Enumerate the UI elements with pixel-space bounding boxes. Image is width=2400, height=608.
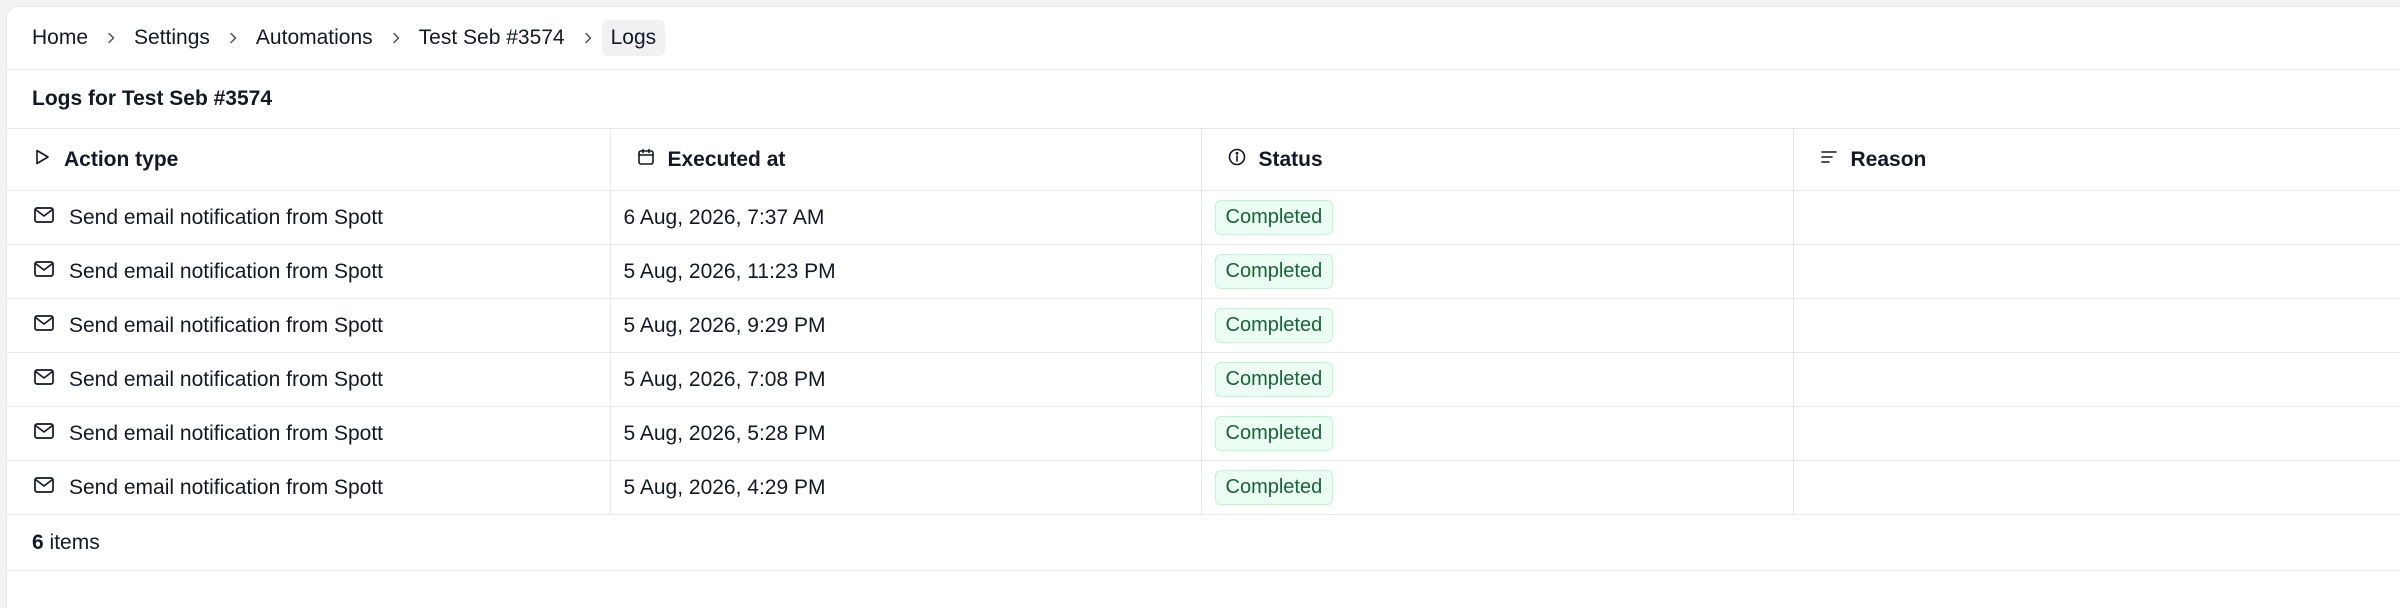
table-row[interactable]: Send email notification from Spott 5 Aug… [7,244,2400,299]
table-row[interactable]: Send email notification from Spott 5 Aug… [7,352,2400,407]
executed-at-cell: 5 Aug, 2026, 4:29 PM [623,475,826,499]
page-title: Logs for Test Seb #3574 [7,70,2400,129]
column-label: Status [1258,147,1323,171]
table-row[interactable]: Send email notification from Spott 5 Aug… [7,406,2400,461]
items-count-number: 6 [32,530,44,554]
breadcrumb-home[interactable]: Home [32,26,88,50]
column-header-reason[interactable]: Reason [1793,129,2400,191]
status-badge: Completed [1214,200,1334,235]
action-type-cell: Send email notification from Spott [69,367,383,391]
table-row[interactable]: Send email notification from Spott 5 Aug… [7,298,2400,353]
chevron-right-icon [580,30,596,46]
calendar-icon [636,147,656,173]
items-count-label: items [43,530,100,554]
breadcrumb-settings[interactable]: Settings [134,26,210,50]
mail-icon [32,473,56,503]
mail-icon [32,203,56,233]
reason-cell [1793,244,2400,299]
reason-cell [1793,406,2400,461]
chevron-right-icon [103,30,119,46]
column-label: Reason [1850,147,1927,171]
action-type-cell: Send email notification from Spott [69,313,383,337]
action-type-cell: Send email notification from Spott [69,475,383,499]
breadcrumb: Home Settings Automations Test Seb #3574… [7,7,2400,70]
action-type-cell: Send email notification from Spott [69,259,383,283]
executed-at-cell: 5 Aug, 2026, 11:23 PM [623,259,836,283]
executed-at-cell: 6 Aug, 2026, 7:37 AM [623,205,825,229]
column-header-executed-at[interactable]: Executed at [610,129,1202,191]
info-icon [1227,147,1247,173]
status-badge: Completed [1214,254,1334,289]
column-header-status[interactable]: Status [1201,129,1794,191]
status-badge: Completed [1214,470,1334,505]
logs-table: Action type Executed at Status Reason Se… [7,129,2400,515]
reason-cell [1793,460,2400,515]
breadcrumb-current-logs: Logs [601,20,666,56]
column-label: Executed at [667,147,786,171]
breadcrumb-automations[interactable]: Automations [256,26,373,50]
mail-icon [32,365,56,395]
action-type-cell: Send email notification from Spott [69,421,383,445]
executed-at-cell: 5 Aug, 2026, 9:29 PM [623,313,826,337]
reason-cell [1793,298,2400,353]
executed-at-cell: 5 Aug, 2026, 7:08 PM [623,367,826,391]
table-row[interactable]: Send email notification from Spott 5 Aug… [7,460,2400,515]
chevron-right-icon [225,30,241,46]
play-icon [32,147,52,173]
status-badge: Completed [1214,362,1334,397]
table-row[interactable]: Send email notification from Spott 6 Aug… [7,190,2400,245]
column-label: Action type [64,147,179,171]
chevron-right-icon [388,30,404,46]
status-badge: Completed [1214,308,1334,343]
align-left-icon [1819,147,1839,173]
mail-icon [32,419,56,449]
items-count: 6 items [7,515,2400,571]
mail-icon [32,311,56,341]
table-header-row: Action type Executed at Status Reason [7,129,2400,191]
logs-panel: Home Settings Automations Test Seb #3574… [6,6,2400,608]
mail-icon [32,257,56,287]
status-badge: Completed [1214,416,1334,451]
breadcrumb-automation-test-seb[interactable]: Test Seb #3574 [419,26,565,50]
executed-at-cell: 5 Aug, 2026, 5:28 PM [623,421,826,445]
column-header-action-type[interactable]: Action type [7,129,611,191]
reason-cell [1793,352,2400,407]
reason-cell [1793,190,2400,245]
action-type-cell: Send email notification from Spott [69,205,383,229]
